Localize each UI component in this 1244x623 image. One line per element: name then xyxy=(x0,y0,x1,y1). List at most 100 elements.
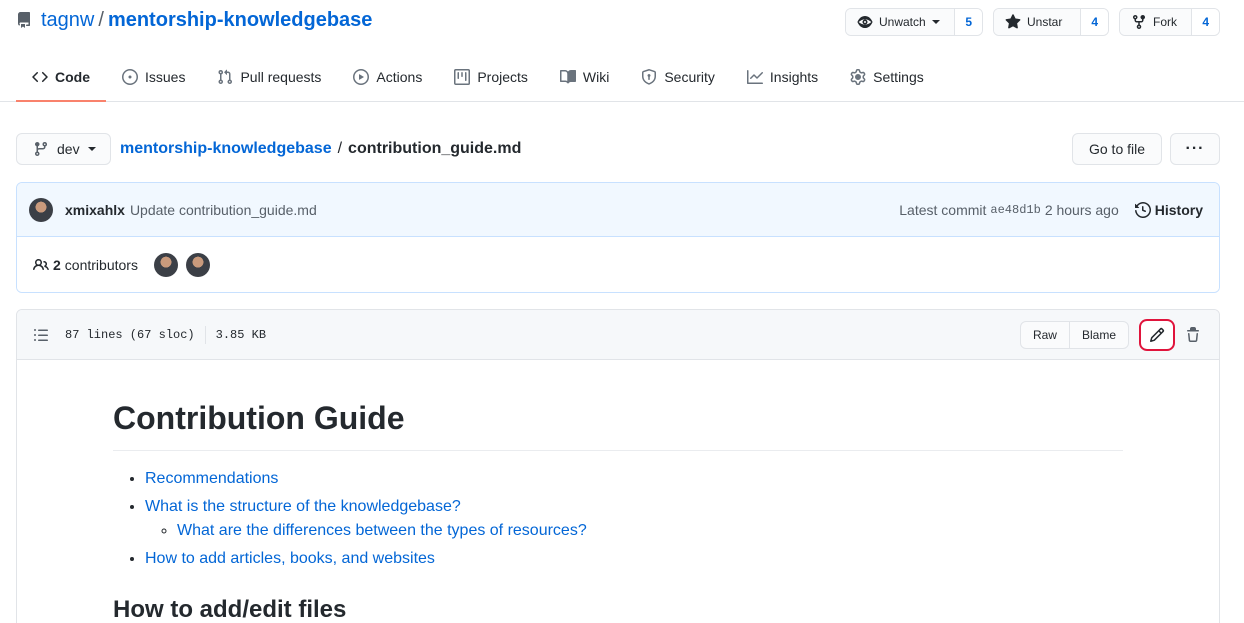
commit-message-link[interactable]: Update contribution_guide.md xyxy=(130,202,317,218)
toc-link[interactable]: What is the structure of the knowledgeba… xyxy=(145,498,461,515)
watchers-count[interactable]: 5 xyxy=(954,9,982,35)
tab-insights[interactable]: Insights xyxy=(731,53,834,101)
readme-title: Contribution Guide xyxy=(113,398,1123,451)
chevron-down-icon xyxy=(87,145,96,153)
graph-icon xyxy=(746,69,763,85)
unwatch-label: Unwatch xyxy=(879,15,926,29)
unstar-button[interactable]: Unstar xyxy=(994,9,1081,35)
repo-icon xyxy=(16,12,32,28)
list-item: What are the differences between the typ… xyxy=(177,519,1123,543)
code-icon xyxy=(32,69,48,85)
readme-content: Contribution Guide Recommendations What … xyxy=(17,360,1219,623)
issue-icon xyxy=(122,69,138,85)
tab-label: Issues xyxy=(145,69,186,85)
list-unordered-icon[interactable] xyxy=(33,327,49,343)
file-info: 87 lines (67 sloc) 3.85 KB xyxy=(65,325,266,344)
tab-settings[interactable]: Settings xyxy=(834,53,940,101)
repo-tabs: Code Issues Pull requests Actions Projec… xyxy=(16,52,940,102)
repo-title: tagnw / mentorship-knowledgebase xyxy=(16,8,372,32)
gear-icon xyxy=(850,69,866,85)
tab-label: Code xyxy=(55,69,90,85)
file-viewer: 87 lines (67 sloc) 3.85 KB Raw Blame Con… xyxy=(16,309,1220,623)
history-link[interactable]: History xyxy=(1134,201,1203,218)
pencil-icon xyxy=(1149,327,1165,343)
people-icon xyxy=(33,257,49,273)
trash-icon xyxy=(1185,326,1201,343)
table-of-contents: Recommendations What is the structure of… xyxy=(113,467,1123,571)
repo-name-link[interactable]: mentorship-knowledgebase xyxy=(108,9,373,32)
chevron-down-icon xyxy=(931,18,940,26)
breadcrumb-file: contribution_guide.md xyxy=(348,140,522,157)
avatar[interactable] xyxy=(153,253,178,277)
avatar[interactable] xyxy=(29,197,53,222)
divider xyxy=(204,325,206,344)
commit-time: 2 hours ago xyxy=(1044,201,1119,218)
tab-label: Wiki xyxy=(582,69,610,85)
fork-button-group: Fork 4 xyxy=(1119,8,1220,36)
commit-sha-link[interactable]: ae48d1b xyxy=(990,203,1040,217)
branch-select[interactable]: dev xyxy=(16,133,111,165)
unwatch-button[interactable]: Unwatch xyxy=(846,9,955,35)
history-icon xyxy=(1134,201,1151,218)
toc-link[interactable]: What are the differences between the typ… xyxy=(177,522,587,539)
breadcrumb-separator: / xyxy=(337,140,343,157)
fork-button[interactable]: Fork xyxy=(1120,9,1192,35)
contributors-label: contributors xyxy=(64,257,138,273)
star-icon xyxy=(1005,14,1021,30)
file-lines: 87 lines (67 sloc) xyxy=(65,327,195,342)
contributors-count: 2 xyxy=(53,257,61,273)
repo-owner-link[interactable]: tagnw xyxy=(41,9,94,32)
kebab-icon: ··· xyxy=(1185,140,1205,157)
commit-header: xmixahlx Update contribution_guide.md La… xyxy=(17,183,1219,237)
project-icon xyxy=(454,69,471,85)
repo-separator: / xyxy=(98,8,104,31)
history-label: History xyxy=(1154,201,1203,218)
tab-label: Actions xyxy=(376,69,423,85)
raw-blame-group: Raw Blame xyxy=(1019,320,1129,349)
tab-pull-requests[interactable]: Pull requests xyxy=(201,53,337,101)
tab-code[interactable]: Code xyxy=(16,53,106,102)
commit-author-link[interactable]: xmixahlx xyxy=(65,202,125,218)
play-icon xyxy=(353,69,370,85)
book-icon xyxy=(559,69,576,85)
toc-link[interactable]: How to add articles, books, and websites xyxy=(145,550,435,567)
file-actions: Raw Blame xyxy=(1019,318,1203,351)
edit-file-button[interactable] xyxy=(1139,318,1175,351)
unstar-label: Unstar xyxy=(1027,15,1063,29)
tab-label: Settings xyxy=(873,69,924,85)
eye-icon xyxy=(857,14,873,30)
tab-security[interactable]: Security xyxy=(625,53,731,101)
branch-icon xyxy=(33,141,49,157)
tab-label: Security xyxy=(664,69,715,85)
list-item: What is the structure of the knowledgeba… xyxy=(145,495,1123,543)
list-item: Recommendations xyxy=(145,467,1123,491)
tab-wiki[interactable]: Wiki xyxy=(544,53,625,101)
tab-label: Insights xyxy=(769,69,819,85)
more-options-button[interactable]: ··· xyxy=(1170,133,1220,165)
file-header: 87 lines (67 sloc) 3.85 KB Raw Blame xyxy=(17,310,1219,360)
delete-file-button[interactable] xyxy=(1183,326,1203,343)
watch-button-group: Unwatch 5 xyxy=(845,8,983,36)
fork-icon xyxy=(1131,14,1147,30)
raw-button[interactable]: Raw xyxy=(1021,322,1069,348)
toc-link[interactable]: Recommendations xyxy=(145,470,278,487)
tab-label: Pull requests xyxy=(240,69,322,85)
tab-issues[interactable]: Issues xyxy=(106,53,201,101)
branch-name: dev xyxy=(57,141,80,157)
star-button-group: Unstar 4 xyxy=(993,8,1109,36)
list-item: How to add articles, books, and websites xyxy=(145,547,1123,571)
tab-projects[interactable]: Projects xyxy=(438,53,544,101)
pull-request-icon xyxy=(217,69,233,85)
stars-count[interactable]: 4 xyxy=(1080,9,1108,35)
contributors-link[interactable]: 2 contributors xyxy=(33,257,138,273)
forks-count[interactable]: 4 xyxy=(1191,9,1219,35)
tab-actions[interactable]: Actions xyxy=(337,53,438,101)
go-to-file-button[interactable]: Go to file xyxy=(1072,133,1162,165)
latest-commit-label: Latest commit xyxy=(899,201,987,218)
blame-button[interactable]: Blame xyxy=(1068,321,1128,348)
shield-icon xyxy=(641,69,657,85)
latest-commit-box: xmixahlx Update contribution_guide.md La… xyxy=(16,182,1220,293)
avatar[interactable] xyxy=(185,253,210,277)
commit-meta: Latest commit ae48d1b 2 hours ago Histor… xyxy=(899,202,1203,218)
breadcrumb-repo-link[interactable]: mentorship-knowledgebase xyxy=(120,140,332,158)
